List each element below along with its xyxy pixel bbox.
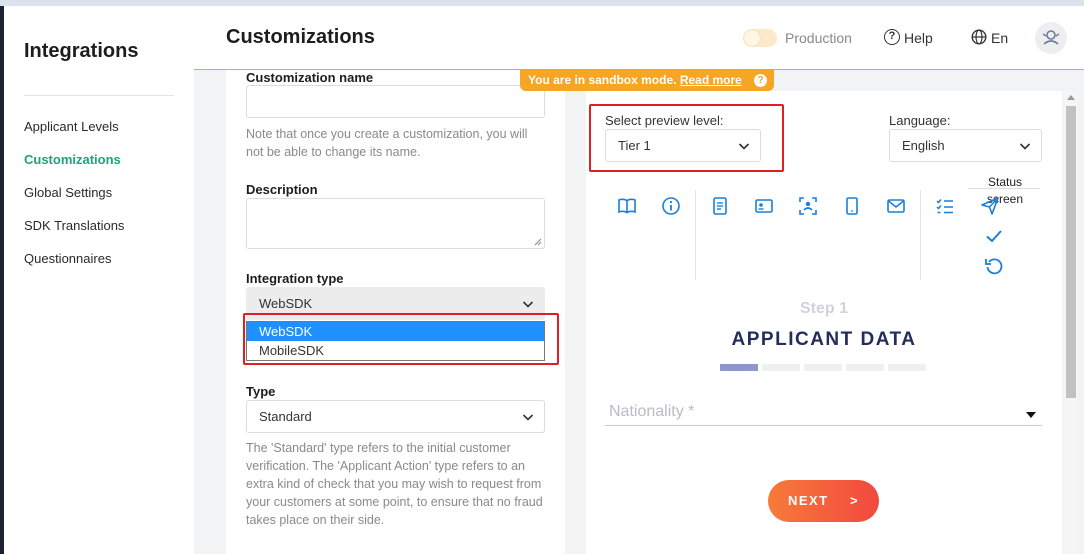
option-websdk[interactable]: WebSDK bbox=[247, 322, 544, 341]
nationality-placeholder[interactable]: Nationality * bbox=[609, 403, 694, 421]
refresh-icon[interactable] bbox=[984, 256, 1004, 276]
send-icon[interactable] bbox=[980, 196, 1000, 216]
customization-name-label: Customization name bbox=[246, 70, 374, 85]
face-scan-icon[interactable] bbox=[798, 196, 818, 216]
avatar[interactable] bbox=[1035, 22, 1067, 54]
sidebar-title: Integrations bbox=[24, 40, 139, 62]
progress-segment-3 bbox=[804, 364, 842, 371]
customization-name-hint: Note that once you create a customizatio… bbox=[246, 127, 528, 159]
preview-language-select[interactable]: English bbox=[889, 129, 1042, 162]
customization-form: Customization name Note that once you cr… bbox=[226, 70, 565, 554]
arrow-right-icon: > bbox=[850, 493, 860, 508]
progress-segment-1 bbox=[720, 364, 758, 371]
globe-icon[interactable] bbox=[971, 29, 987, 45]
next-button-label: NEXT bbox=[788, 493, 829, 508]
preview-level-value: Tier 1 bbox=[618, 138, 651, 153]
checklist-icon[interactable] bbox=[935, 196, 955, 216]
sidebar-item-global-settings[interactable]: Global Settings bbox=[24, 185, 112, 200]
sidebar-divider bbox=[24, 95, 174, 96]
progress-segment-5 bbox=[888, 364, 926, 371]
sidebar-item-sdk-translations[interactable]: SDK Translations bbox=[24, 218, 124, 233]
document-icon[interactable] bbox=[710, 196, 730, 216]
scroll-up-arrow-icon[interactable] bbox=[1067, 95, 1075, 100]
icon-divider bbox=[695, 190, 696, 280]
progress-segment-4 bbox=[846, 364, 884, 371]
scrollbar-thumb[interactable] bbox=[1066, 106, 1076, 398]
help-circle-icon[interactable]: ? bbox=[754, 74, 768, 87]
option-mobilesdk[interactable]: MobileSDK bbox=[247, 341, 544, 360]
type-value: Standard bbox=[259, 409, 312, 424]
id-card-icon[interactable] bbox=[754, 196, 774, 216]
integration-type-select[interactable]: WebSDK bbox=[246, 287, 545, 320]
type-select[interactable]: Standard bbox=[246, 400, 545, 433]
check-icon[interactable] bbox=[984, 226, 1004, 246]
preview-level-label: Select preview level: bbox=[605, 113, 724, 128]
resize-grip-icon[interactable] bbox=[534, 238, 542, 246]
phone-icon[interactable] bbox=[842, 196, 862, 216]
icon-divider bbox=[920, 190, 921, 280]
info-icon[interactable] bbox=[661, 196, 681, 216]
help-link[interactable]: Help bbox=[904, 30, 933, 46]
type-hint: The 'Standard' type refers to the initia… bbox=[246, 441, 543, 527]
chevron-down-icon bbox=[522, 414, 534, 421]
book-icon[interactable] bbox=[617, 196, 637, 216]
caret-down-icon[interactable] bbox=[1026, 412, 1036, 418]
chevron-down-icon bbox=[738, 143, 750, 150]
production-label[interactable]: Production bbox=[785, 30, 852, 46]
type-label: Type bbox=[246, 384, 276, 399]
preview-language-value: English bbox=[902, 138, 945, 153]
step-label: Step 1 bbox=[799, 300, 848, 317]
user-avatar-icon bbox=[1042, 30, 1060, 45]
customization-name-input[interactable] bbox=[246, 85, 545, 118]
email-icon[interactable] bbox=[886, 196, 906, 216]
chevron-down-icon bbox=[522, 301, 534, 308]
toggle-knob bbox=[744, 30, 760, 46]
chevron-down-icon bbox=[1019, 143, 1031, 150]
language-switcher[interactable]: En bbox=[991, 30, 1008, 46]
progress-segment-2 bbox=[762, 364, 800, 371]
production-toggle[interactable] bbox=[743, 29, 777, 47]
integration-type-value: WebSDK bbox=[259, 296, 313, 311]
sidebar: Integrations Applicant Levels Customizat… bbox=[4, 6, 194, 554]
description-textarea[interactable] bbox=[246, 198, 545, 249]
sidebar-item-questionnaires[interactable]: Questionnaires bbox=[24, 251, 111, 266]
page-header: Customizations Production ? Help En bbox=[194, 6, 1084, 70]
help-icon[interactable]: ? bbox=[884, 29, 900, 45]
description-label: Description bbox=[246, 182, 318, 197]
integration-type-dropdown: WebSDK MobileSDK bbox=[246, 321, 545, 361]
nationality-underline bbox=[605, 425, 1042, 426]
step-title: APPLICANT DATA bbox=[731, 329, 917, 350]
page-title: Customizations bbox=[226, 26, 375, 48]
sidebar-item-customizations[interactable]: Customizations bbox=[24, 152, 121, 167]
read-more-link[interactable]: Read more bbox=[680, 73, 742, 87]
integration-type-label: Integration type bbox=[246, 271, 344, 286]
sandbox-text: You are in sandbox mode. bbox=[528, 73, 677, 87]
sidebar-item-applicant-levels[interactable]: Applicant Levels bbox=[24, 119, 119, 134]
preview-language-label: Language: bbox=[889, 113, 951, 128]
sandbox-banner: You are in sandbox mode. Read more ? bbox=[520, 70, 774, 91]
next-button[interactable]: NEXT > bbox=[768, 480, 879, 522]
preview-level-select[interactable]: Tier 1 bbox=[605, 129, 761, 162]
